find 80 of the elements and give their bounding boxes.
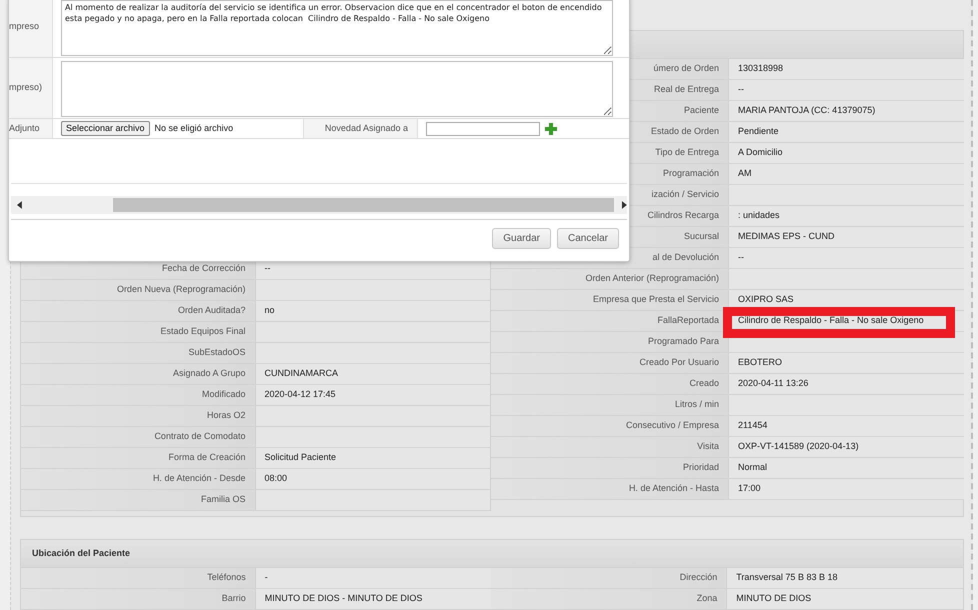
field-value: MEDIMAS EPS - CUND (738, 230, 835, 244)
field-value: Pendiente (738, 125, 779, 138)
field-value: Transversal 75 B 83 B 18 (736, 571, 838, 584)
assignee-input[interactable] (426, 122, 540, 136)
field-label: Zona (696, 592, 718, 606)
field-label: Orden Nueva (Reprogramación) (116, 283, 246, 296)
field-value: Solicitud Paciente (264, 451, 336, 464)
text-area[interactable] (61, 61, 613, 117)
text-area[interactable]: Al momento de realizar la auditoría del servicio se identifica un error. Observacion dice que en el concentrador el boton de encendido esta pegado y no apaga, pero en la Falla reportada colocan Cilindro de Respaldo - Falla - No sale Oxigeno (61, 0, 613, 56)
field-label: H. de Atención - Desde (152, 472, 246, 486)
field-value: -- (264, 262, 270, 276)
plus-icon[interactable] (545, 122, 557, 134)
field-label: mpreso) (9, 81, 42, 94)
file-status: No se eligió archivo (154, 122, 234, 135)
field-label: Asignado A Grupo (172, 367, 246, 380)
field-label: Barrio (222, 592, 246, 606)
scroll-right-icon[interactable] (621, 201, 628, 209)
field-label: Cilindros Recarga (647, 209, 719, 222)
field-value: 08:00 (264, 472, 288, 486)
field-value: MARIA PANTOJA (CC: 41379075) (738, 104, 876, 118)
scrollbar-thumb[interactable] (112, 198, 614, 212)
field-label: mpreso (9, 20, 40, 34)
field-label: Creado Por Usuario (639, 356, 719, 370)
field-label: FallaReportada (657, 314, 719, 328)
scroll-left-icon[interactable] (17, 201, 23, 209)
field-label: Visita (697, 440, 719, 454)
field-label: Orden Anterior (Reprogramación) (585, 272, 719, 286)
field-label: Familia OS (200, 493, 246, 506)
field-value: OXP-VT-141589 (2020-04-13) (738, 440, 859, 454)
file-chooser-button[interactable]: Seleccionar archivo (61, 121, 150, 136)
field-label: Creado (689, 377, 719, 390)
field-label: ización / Servicio (651, 188, 719, 202)
field-value: -- (738, 83, 744, 96)
field-value: 130318998 (738, 62, 784, 76)
field-label: H. de Atención - Hasta (628, 482, 719, 496)
field-label: Estado Equipos Final (160, 325, 246, 338)
field-label: Estado de Orden (650, 125, 719, 138)
field-label: Fecha de Corrección (162, 262, 246, 276)
field-value: 211454 (738, 419, 768, 432)
field-value: : unidades (738, 209, 780, 222)
dialog-button[interactable]: Cancelar (556, 228, 619, 249)
field-label: Litros / min (674, 398, 719, 412)
field-value: MINUTO DE DIOS (736, 592, 812, 606)
field-label: Dirección (680, 571, 718, 584)
field-label: Orden Auditada? (178, 304, 246, 318)
field-value: 2020-04-11 13:26 (738, 377, 808, 390)
field-label: Adjunto (9, 122, 40, 135)
field-label: Real de Entrega (654, 83, 719, 96)
field-label: Tipo de Entrega (655, 146, 719, 160)
field-value: no (264, 304, 275, 318)
field-value: AM (738, 167, 752, 180)
field-label: Modificado (202, 388, 246, 402)
field-value: Normal (738, 461, 768, 474)
field-value: A Domicilio (738, 146, 783, 160)
dialog-button[interactable]: Guardar (492, 228, 551, 249)
field-value: -- (738, 251, 744, 264)
field-value: - (264, 571, 268, 584)
field-label: Novedad Asignado a (324, 122, 408, 135)
field-label: Consecutivo / Empresa (626, 419, 719, 432)
field-label: Paciente (684, 104, 719, 118)
field-value: 2020-04-12 17:45 (264, 388, 336, 402)
field-value: MINUTO DE DIOS - MINUTO DE DIOS (264, 592, 422, 606)
field-value: EBOTERO (738, 356, 782, 370)
field-value: OXIPRO SAS (738, 293, 794, 306)
section-title: Ubicación del Paciente (32, 546, 130, 560)
field-label: Forma de Creación (168, 451, 246, 464)
field-label: úmero de Orden (653, 62, 719, 76)
field-label: Empresa que Presta el Servicio (592, 293, 719, 306)
field-label: Prioridad (682, 461, 719, 474)
field-value: 17:00 (738, 482, 761, 496)
field-value: Cilindro de Respaldo - Falla - No sale Oxigeno (738, 314, 924, 328)
field-label: Horas O2 (206, 409, 246, 422)
field-label: SubEstadoOS (188, 346, 246, 360)
field-label: Sucursal (684, 230, 719, 244)
field-label: Programación (662, 167, 719, 180)
field-label: Programado Para (648, 335, 719, 348)
field-label: al de Devolución (652, 251, 719, 264)
field-value: CUNDINAMARCA (264, 367, 338, 380)
field-label: Teléfonos (207, 571, 246, 584)
field-label: Contrato de Comodato (154, 430, 246, 444)
